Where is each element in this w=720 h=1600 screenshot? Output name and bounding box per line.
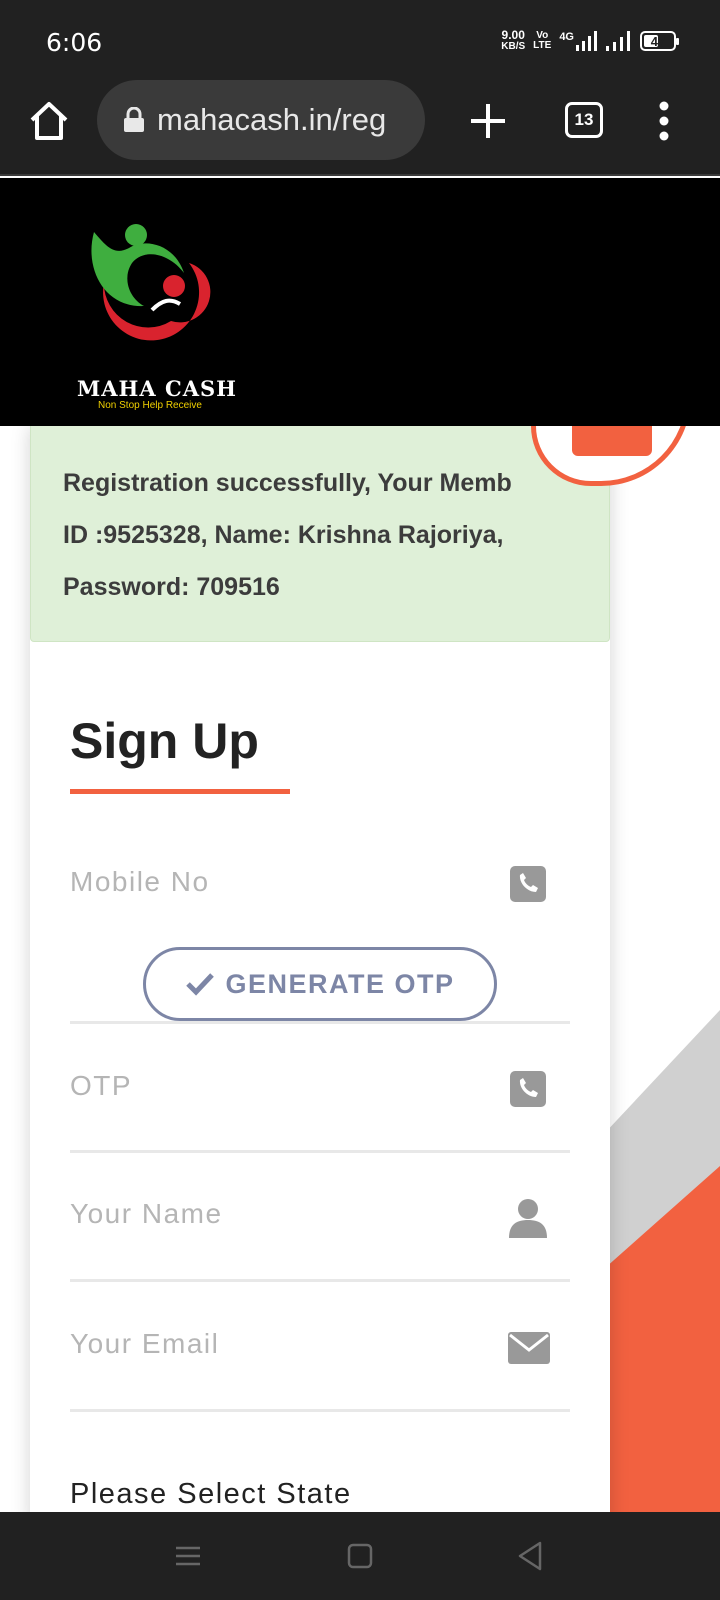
mobile-input[interactable]: Mobile No [70, 866, 210, 898]
home-icon[interactable] [26, 98, 72, 144]
address-bar[interactable]: mahacash.in/reg [97, 80, 425, 160]
home-square-icon[interactable] [346, 1538, 374, 1574]
status-bar: 6:06 9.00 KB/S Vo LTE 4G 47 [0, 0, 720, 80]
signal-icon-2 [606, 31, 630, 51]
page-content[interactable]: Registration successfully, Your Memb ID … [0, 426, 720, 1512]
recents-menu-icon[interactable] [174, 1538, 202, 1574]
otp-input[interactable]: OTP [70, 1070, 132, 1102]
name-input[interactable]: Your Name [70, 1198, 223, 1230]
tab-switcher-button[interactable]: 13 [565, 102, 603, 138]
page-title: Sign Up [70, 713, 259, 769]
phone-icon [510, 866, 546, 902]
status-indicators: 9.00 KB/S Vo LTE 4G 47 [501, 28, 679, 52]
email-input-underline [70, 1409, 570, 1412]
alert-line-1: Registration successfully, Your Memb [63, 469, 512, 497]
check-icon [186, 973, 215, 996]
lock-icon [124, 107, 144, 132]
title-underline [70, 789, 290, 794]
success-alert: Registration successfully, Your Memb ID … [30, 426, 610, 642]
browser-toolbar: mahacash.in/reg 13 [0, 80, 720, 176]
generate-otp-button[interactable]: GENERATE OTP [143, 947, 497, 1021]
email-input[interactable]: Your Email [70, 1328, 219, 1360]
network-type: 4G [559, 31, 598, 51]
phone-icon [510, 1071, 546, 1107]
envelope-icon [572, 426, 652, 456]
name-input-underline [70, 1279, 570, 1282]
logo-name: MAHA CASH [77, 376, 237, 401]
network-speed-unit: KB/S [501, 41, 526, 52]
site-header: MAHA CASH Non Stop Help Receive [0, 178, 720, 426]
envelope-icon [508, 1332, 550, 1364]
mobile-input-underline [70, 1021, 570, 1024]
alert-line-2: ID :9525328, Name: Krishna Rajoriya, [63, 521, 504, 549]
status-time: 6:06 [46, 28, 103, 57]
maha-cash-logo[interactable] [74, 218, 234, 368]
network-speed-value: 9.00 [501, 28, 525, 42]
kebab-menu-icon[interactable] [650, 98, 678, 144]
user-icon [509, 1199, 547, 1238]
signal-icon [576, 31, 597, 51]
plus-icon[interactable] [468, 98, 508, 144]
volte-indicator: Vo LTE [533, 31, 551, 51]
system-navigation-bar [0, 1512, 720, 1600]
state-select-label[interactable]: Please Select State [70, 1478, 352, 1511]
generate-otp-label: GENERATE OTP [225, 968, 455, 999]
otp-input-underline [70, 1150, 570, 1153]
back-icon[interactable] [516, 1538, 544, 1574]
battery-icon: 47 [640, 31, 679, 51]
battery-level-text: 47 [650, 33, 666, 49]
url-text: mahacash.in/reg [157, 102, 387, 137]
logo-tagline: Non Stop Help Receive [98, 400, 202, 411]
network-speed: 9.00 KB/S [501, 28, 526, 52]
alert-line-3: Password: 709516 [63, 573, 280, 601]
network-type-label: 4G [559, 31, 574, 43]
volte-bottom: LTE [533, 40, 552, 51]
